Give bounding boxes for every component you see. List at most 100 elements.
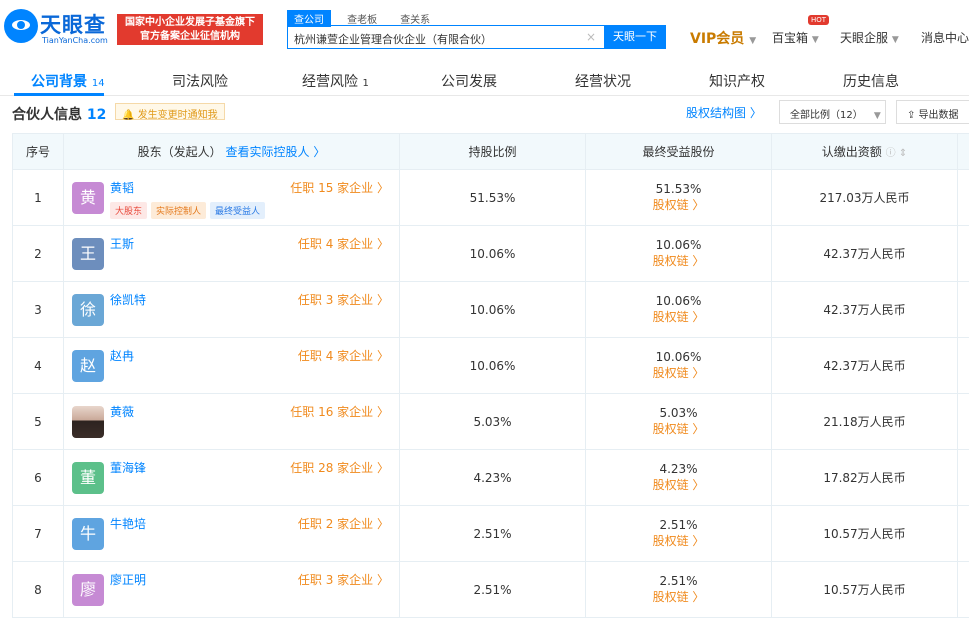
- table-row: 3 徐 徐凯特 任职 3 家企业 〉 10.06% 10.06% 股权链 〉 4…: [13, 282, 969, 338]
- cell-ratio: 5.03%: [400, 394, 586, 450]
- jobs-link[interactable]: 任职 3 家企业 〉: [298, 571, 389, 588]
- tab-operating-status[interactable]: 经营状况: [575, 71, 631, 91]
- hot-badge: HOT: [808, 15, 829, 25]
- change-notify-button[interactable]: 🔔 发生变更时通知我: [115, 103, 225, 120]
- cell-seq: 8: [13, 562, 64, 618]
- jobs-link[interactable]: 任职 15 家企业 〉: [290, 179, 389, 196]
- tab-company-development[interactable]: 公司发展: [441, 71, 497, 91]
- col-capital[interactable]: 认缴出资额 ⓘ ⇕: [772, 134, 958, 170]
- avatar-photo[interactable]: [72, 406, 104, 438]
- tab-legal-risk[interactable]: 司法风险: [172, 71, 228, 91]
- cell-seq: 2: [13, 226, 64, 282]
- jobs-link[interactable]: 任职 4 家企业 〉: [298, 235, 389, 252]
- shareholder-name-link[interactable]: 牛艳培: [110, 515, 146, 532]
- equity-chain-link[interactable]: 股权链 〉: [586, 364, 771, 381]
- avatar[interactable]: 董: [72, 462, 104, 494]
- equity-chain-link[interactable]: 股权链 〉: [586, 532, 771, 549]
- jobs-link[interactable]: 任职 2 家企业 〉: [298, 515, 389, 532]
- logo-name: 天眼查: [40, 9, 106, 39]
- shareholder-name-link[interactable]: 徐凯特: [110, 291, 146, 308]
- cell-overflow: [958, 170, 969, 226]
- table-row: 7 牛 牛艳培 任职 2 家企业 〉 2.51% 2.51% 股权链 〉 10.…: [13, 506, 969, 562]
- ratio-filter-label: 全部比例（12）: [790, 110, 863, 121]
- shareholder-name-link[interactable]: 黄韬: [110, 179, 134, 196]
- section-title-text: 合伙人信息: [12, 107, 82, 123]
- table-row: 8 廖 廖正明 任职 3 家企业 〉 2.51% 2.51% 股权链 〉 10.…: [13, 562, 969, 618]
- cell-shareholder: 王 王斯 任职 4 家企业 〉: [64, 226, 400, 282]
- tab-label: 公司背景: [31, 74, 87, 90]
- cell-ratio: 10.06%: [400, 226, 586, 282]
- jobs-link[interactable]: 任职 4 家企业 〉: [298, 347, 389, 364]
- jobs-link[interactable]: 任职 3 家企业 〉: [298, 291, 389, 308]
- cell-shareholder: 廖 廖正明 任职 3 家企业 〉: [64, 562, 400, 618]
- export-data-button[interactable]: ⇪ 导出数据: [896, 100, 969, 124]
- avatar[interactable]: 赵: [72, 350, 104, 382]
- cell-seq: 3: [13, 282, 64, 338]
- cell-capital: 217.03万人民币: [772, 170, 958, 226]
- vip-member-link[interactable]: VIP会员 ▼: [690, 28, 756, 48]
- equity-chain-link[interactable]: 股权链 〉: [586, 588, 771, 605]
- table-row: 2 王 王斯 任职 4 家企业 〉 10.06% 10.06% 股权链 〉 42…: [13, 226, 969, 282]
- col-ratio: 持股比例: [400, 134, 586, 170]
- equity-structure-link[interactable]: 股权结构图 〉: [686, 104, 762, 121]
- cell-ratio: 2.51%: [400, 506, 586, 562]
- equity-chain-link[interactable]: 股权链 〉: [586, 476, 771, 493]
- cell-seq: 6: [13, 450, 64, 506]
- avatar[interactable]: 王: [72, 238, 104, 270]
- tianyancha-logo[interactable]: 天眼查 TianYanCha.com: [4, 9, 112, 47]
- tab-company-background[interactable]: 公司背景 14: [31, 71, 105, 91]
- avatar[interactable]: 徐: [72, 294, 104, 326]
- cell-capital: 10.57万人民币: [772, 506, 958, 562]
- avatar[interactable]: 黄: [72, 182, 104, 214]
- search-button[interactable]: 天眼一下: [604, 25, 666, 49]
- search-type-tabs: 查公司 查老板 查关系: [287, 8, 441, 24]
- cell-capital: 42.37万人民币: [772, 226, 958, 282]
- avatar[interactable]: 牛: [72, 518, 104, 550]
- jobs-link[interactable]: 任职 28 家企业 〉: [290, 459, 389, 476]
- nav-enterprise-service[interactable]: 天眼企服 ▼: [840, 29, 899, 46]
- official-banner[interactable]: 国家中小企业发展子基金旗下 官方备案企业征信机构: [117, 14, 263, 45]
- tab-history[interactable]: 历史信息: [843, 71, 899, 91]
- banner-line2: 官方备案企业征信机构: [117, 30, 263, 44]
- toolbox-chevron-down-icon: ▼: [812, 35, 819, 45]
- actual-controller-link[interactable]: 查看实际控股人 〉: [226, 145, 326, 159]
- avatar[interactable]: 廖: [72, 574, 104, 606]
- cell-overflow: [958, 282, 969, 338]
- nav-toolbox[interactable]: 百宝箱 ▼: [772, 29, 819, 46]
- nav-message-center[interactable]: 消息中心: [921, 29, 969, 46]
- tab-intellectual-property[interactable]: 知识产权: [709, 71, 765, 91]
- cell-final-ratio: 51.53% 股权链 〉: [586, 170, 772, 226]
- equity-chain-link[interactable]: 股权链 〉: [586, 420, 771, 437]
- cell-ratio: 51.53%: [400, 170, 586, 226]
- shareholder-name-link[interactable]: 黄薇: [110, 403, 134, 420]
- cell-overflow: [958, 562, 969, 618]
- shareholder-name-link[interactable]: 廖正明: [110, 571, 146, 588]
- final-ratio-value: 10.06%: [586, 350, 771, 364]
- search-input[interactable]: 杭州谦萱企业管理合伙企业（有限合伙）: [287, 25, 605, 49]
- cell-seq: 7: [13, 506, 64, 562]
- cell-final-ratio: 10.06% 股权链 〉: [586, 338, 772, 394]
- shareholder-name-link[interactable]: 王斯: [110, 235, 134, 252]
- final-ratio-value: 5.03%: [586, 406, 771, 420]
- section-count: 12: [87, 107, 106, 123]
- clear-search-icon[interactable]: ×: [586, 30, 596, 44]
- shareholder-name-link[interactable]: 赵冉: [110, 347, 134, 364]
- ratio-filter-select[interactable]: 全部比例（12） ▼: [779, 100, 886, 124]
- shareholder-name-link[interactable]: 董海锋: [110, 459, 146, 476]
- tab-business-risk[interactable]: 经营风险 1: [302, 71, 369, 91]
- table-row: 6 董 董海锋 任职 28 家企业 〉 4.23% 4.23% 股权链 〉 17…: [13, 450, 969, 506]
- info-sort-icon[interactable]: ⓘ ⇕: [886, 148, 908, 159]
- jobs-link[interactable]: 任职 16 家企业 〉: [290, 403, 389, 420]
- cell-final-ratio: 5.03% 股权链 〉: [586, 394, 772, 450]
- col-shareholder-label: 股东（发起人）: [138, 145, 222, 159]
- role-tag: 实际控制人: [151, 202, 206, 219]
- final-ratio-value: 2.51%: [586, 518, 771, 532]
- equity-chain-link[interactable]: 股权链 〉: [586, 308, 771, 325]
- cell-final-ratio: 2.51% 股权链 〉: [586, 562, 772, 618]
- equity-chain-link[interactable]: 股权链 〉: [586, 252, 771, 269]
- main-tabs: 公司背景 14 司法风险 经营风险 1 公司发展 经营状况 知识产权 历史信息: [0, 60, 969, 96]
- col-seq: 序号: [13, 134, 64, 170]
- tab-count: 14: [92, 78, 105, 89]
- equity-chain-link[interactable]: 股权链 〉: [586, 196, 771, 213]
- cell-capital: 42.37万人民币: [772, 338, 958, 394]
